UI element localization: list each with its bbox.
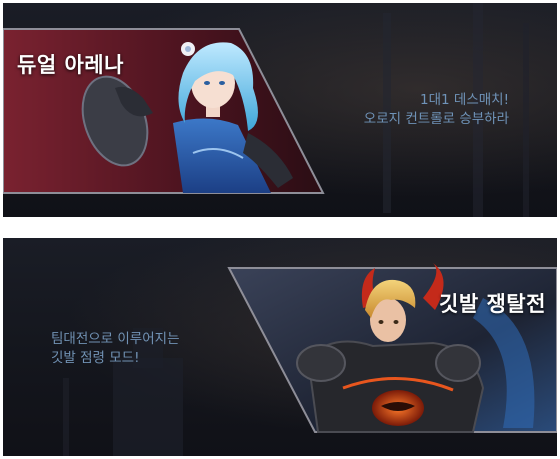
dual-arena-title: 듀얼 아레나 [17,53,124,77]
flag-capture-description-line-1: 팀대전으로 이루어지는 [51,331,180,347]
flag-capture-description-line-2: 깃발 점령 모드! [51,350,140,366]
blue-haired-warrior-icon [173,33,273,193]
dual-arena-description-line-1: 1대1 데스매치! [420,92,509,108]
flag-capture-title: 깃발 쟁탈전 [439,292,546,316]
flag-capture-description: 팀대전으로 이루어지는 깃발 점령 모드! [51,330,180,368]
dual-arena-banner[interactable]: 듀얼 아레나 1대1 데스매치! 오로지 컨트롤로 승부하라 [3,3,557,217]
flag-capture-banner[interactable]: 깃발 쟁탈전 팀대전으로 이루어지는 깃발 점령 모드! [3,238,557,456]
dual-arena-description: 1대1 데스매치! 오로지 컨트롤로 승부하라 [364,91,509,129]
dual-arena-description-line-2: 오로지 컨트롤로 승부하라 [363,111,509,127]
